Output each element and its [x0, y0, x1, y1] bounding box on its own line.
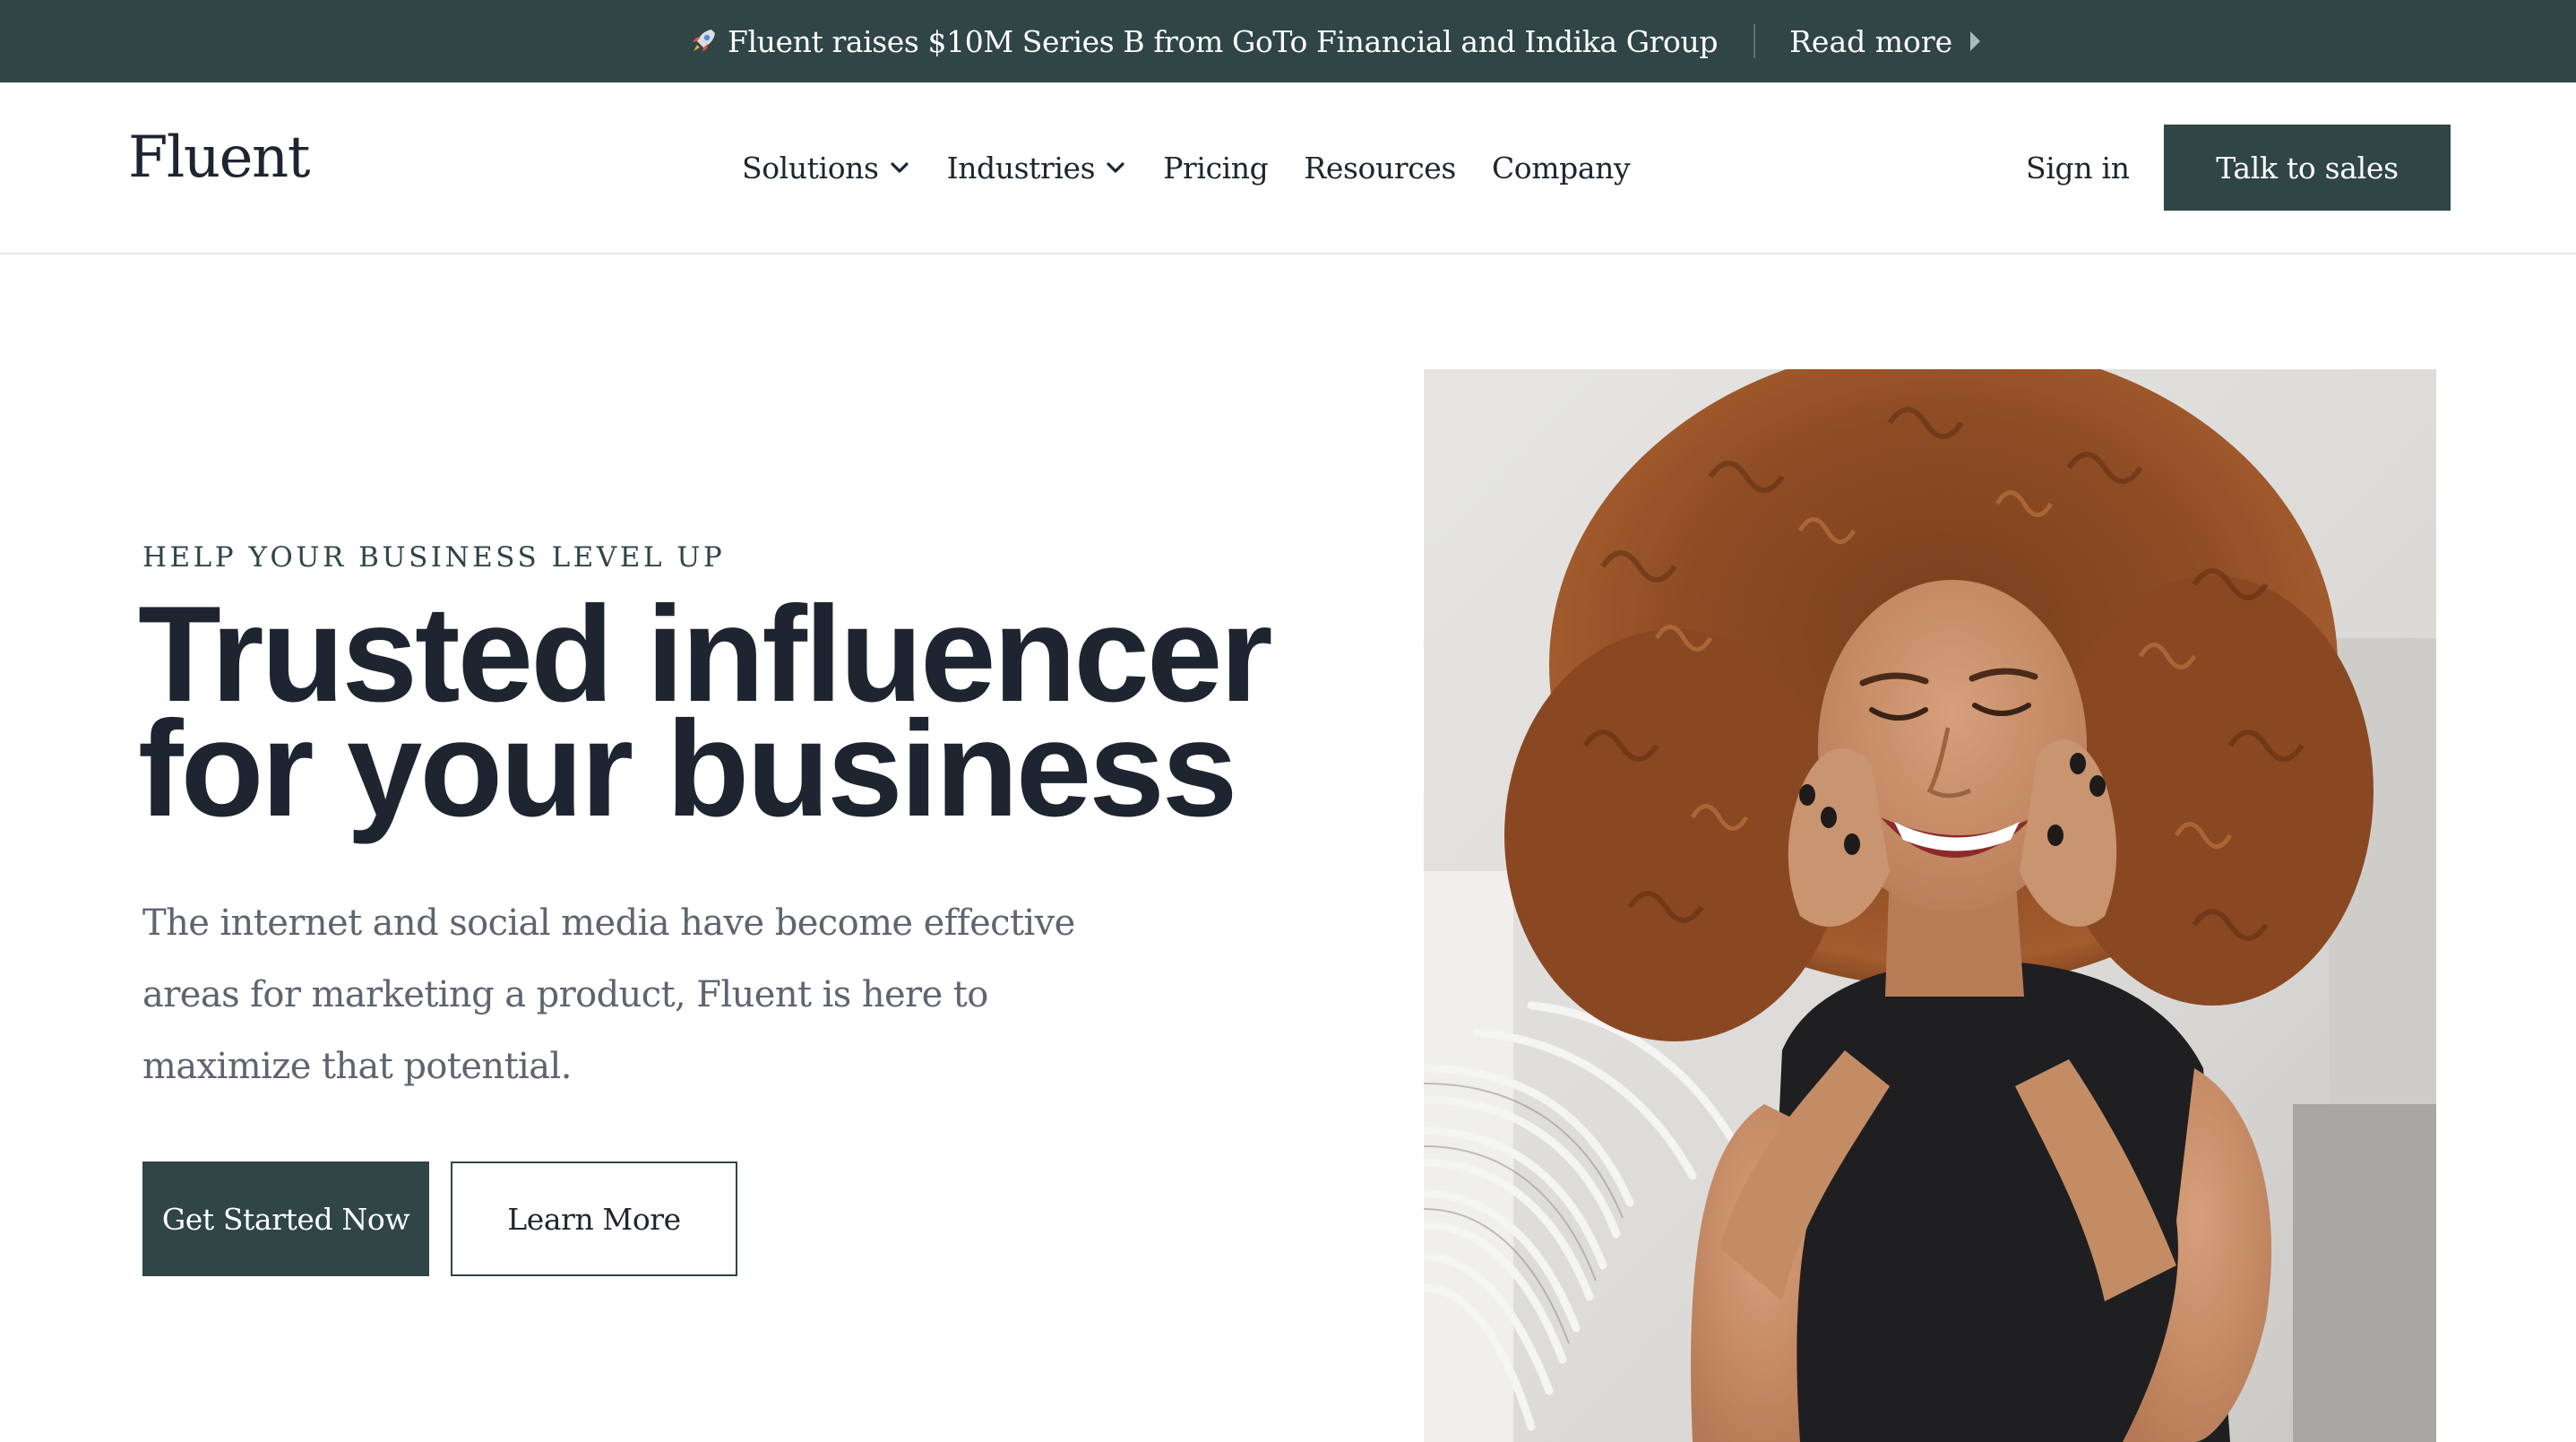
nav-item-label: Solutions	[742, 150, 879, 186]
nav-item-solutions[interactable]: Solutions	[742, 151, 911, 186]
main-nav: Solutions Industries Pricing Resources C…	[742, 82, 1666, 253]
chevron-down-icon	[890, 162, 909, 173]
read-more-label: Read more	[1789, 23, 1953, 59]
nav-item-resources[interactable]: Resources	[1304, 151, 1456, 186]
hero-description-line: maximize that potential.	[142, 1046, 572, 1087]
nav-item-industries[interactable]: Industries	[947, 151, 1128, 186]
talk-to-sales-button[interactable]: Talk to sales	[2164, 125, 2451, 211]
hero-description-line: The internet and social media have becom…	[142, 902, 1075, 944]
nav-item-label: Company	[1491, 150, 1631, 186]
hero-image	[1424, 369, 2436, 1442]
nav-item-pricing[interactable]: Pricing	[1163, 150, 1269, 186]
hero-description: The internet and social media have becom…	[142, 887, 1128, 1102]
hero-eyebrow: HELP YOUR BUSINESS LEVEL UP	[142, 541, 726, 574]
rocket-icon	[693, 30, 715, 52]
get-started-button[interactable]: Get Started Now	[142, 1161, 429, 1276]
site-header: Fluent Solutions Industries Pricing Reso…	[0, 82, 2576, 255]
hero-description-line: areas for marketing a product, Fluent is…	[142, 974, 988, 1015]
hero-headline: Trusted influencer for your business	[138, 586, 1437, 837]
logo[interactable]: Fluent	[128, 129, 310, 186]
chevron-down-icon	[1107, 162, 1124, 173]
announcement-content: Fluent raises $10M Series B from GoTo Fi…	[688, 0, 1981, 82]
caret-right-icon	[1970, 31, 1981, 51]
nav-item-label: Resources	[1304, 150, 1456, 186]
announcement-bar: Fluent raises $10M Series B from GoTo Fi…	[0, 0, 2576, 82]
nav-item-company[interactable]: Company	[1491, 150, 1631, 186]
sign-in-link[interactable]: Sign in	[2026, 82, 2130, 253]
hero-photo-illustration	[1424, 369, 2436, 1442]
announcement-divider	[1753, 24, 1756, 58]
learn-more-button[interactable]: Learn More	[451, 1161, 737, 1276]
nav-item-label: Industries	[946, 150, 1096, 186]
read-more-link[interactable]: Read more	[1789, 23, 1981, 59]
nav-item-label: Pricing	[1163, 150, 1269, 186]
announcement-text: Fluent raises $10M Series B from GoTo Fi…	[728, 23, 1719, 59]
